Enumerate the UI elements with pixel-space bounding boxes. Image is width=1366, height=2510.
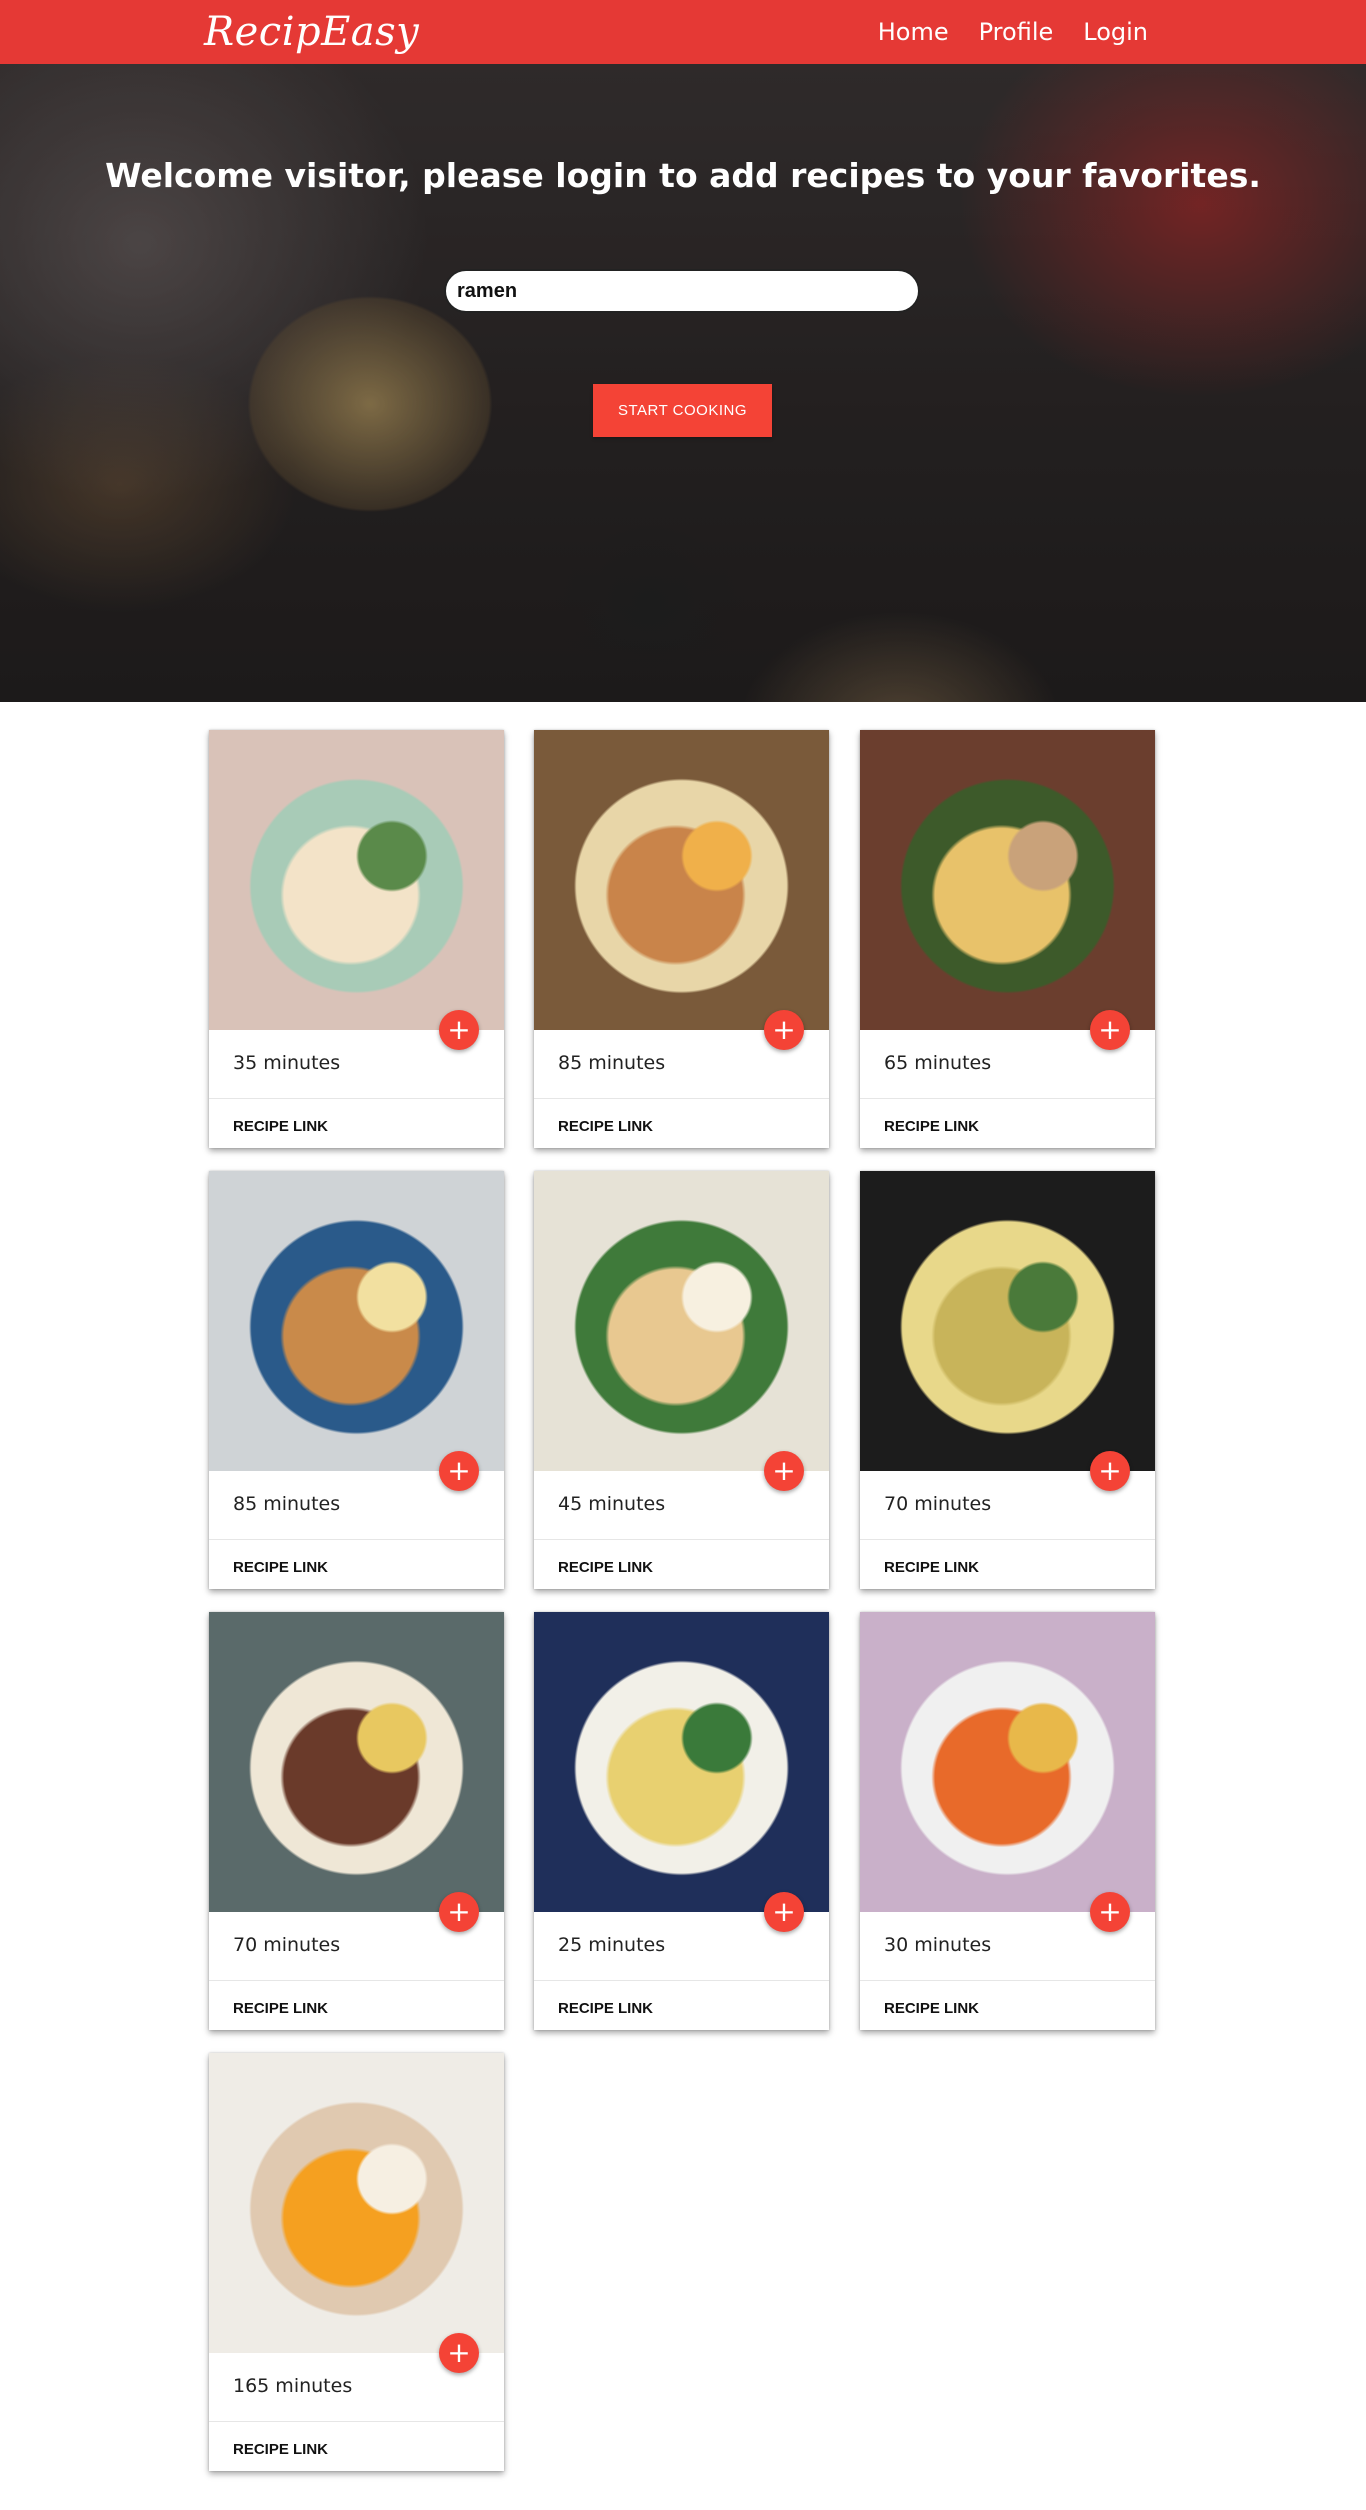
add-favorite-button[interactable]: + [764,1451,804,1491]
cook-time: 45 minutes [558,1493,666,1515]
recipe-card: +45 minutes RECIPE LINK [534,1171,829,1589]
recipe-image [209,1612,504,1912]
cook-time: 35 minutes [233,1052,341,1074]
recipe-link[interactable]: RECIPE LINK [558,1118,653,1135]
cook-time: 85 minutes [558,1052,666,1074]
add-favorite-button[interactable]: + [439,1451,479,1491]
recipe-image [534,730,829,1030]
cook-time: 70 minutes [233,1934,341,1956]
recipe-image [209,1171,504,1471]
card-divider [209,1098,504,1099]
add-favorite-button[interactable]: + [764,1010,804,1050]
card-divider [534,1539,829,1540]
recipe-link[interactable]: RECIPE LINK [884,1559,979,1576]
recipe-card: +35 minutes RECIPE LINK [209,730,504,1148]
card-divider [209,2421,504,2422]
recipe-image [860,730,1155,1030]
add-favorite-button[interactable]: + [439,1010,479,1050]
recipe-link[interactable]: RECIPE LINK [233,1118,328,1135]
recipe-image [209,2053,504,2353]
start-cooking-button[interactable]: START COOKING [593,384,772,437]
recipe-link[interactable]: RECIPE LINK [233,2000,328,2017]
cook-time: 165 minutes [233,2375,353,2397]
recipe-link[interactable]: RECIPE LINK [558,2000,653,2017]
add-favorite-button[interactable]: + [439,2333,479,2373]
cook-time: 65 minutes [884,1052,992,1074]
card-divider [209,1980,504,1981]
recipe-card: +70 minutes RECIPE LINK [209,1612,504,2030]
card-divider [209,1539,504,1540]
recipe-link[interactable]: RECIPE LINK [884,1118,979,1135]
nav-link-profile[interactable]: Profile [979,18,1054,46]
add-favorite-button[interactable]: + [764,1892,804,1932]
cook-time: 25 minutes [558,1934,666,1956]
recipe-card: +65 minutes RECIPE LINK [860,730,1155,1148]
nav-link-home[interactable]: Home [878,18,949,46]
recipe-card: +85 minutes RECIPE LINK [209,1171,504,1589]
recipe-link[interactable]: RECIPE LINK [884,2000,979,2017]
recipe-image [534,1171,829,1471]
recipe-link[interactable]: RECIPE LINK [233,1559,328,1576]
card-divider [534,1980,829,1981]
nav-links: Home Profile Login [848,0,1148,64]
add-favorite-button[interactable]: + [439,1892,479,1932]
recipe-card: +70 minutes RECIPE LINK [860,1171,1155,1589]
recipe-image [860,1612,1155,1912]
add-favorite-button[interactable]: + [1090,1451,1130,1491]
brand-logo[interactable]: RecipEasy [204,6,419,58]
nav-link-login[interactable]: Login [1083,18,1148,46]
recipe-card: +30 minutes RECIPE LINK [860,1612,1155,2030]
recipe-card: +165 minutes RECIPE LINK [209,2053,504,2471]
search-input[interactable] [444,269,920,313]
card-divider [860,1539,1155,1540]
card-divider [534,1098,829,1099]
recipe-card: +25 minutes RECIPE LINK [534,1612,829,2030]
cook-time: 85 minutes [233,1493,341,1515]
cook-time: 30 minutes [884,1934,992,1956]
recipe-card: +85 minutes RECIPE LINK [534,730,829,1148]
hero-title: Welcome visitor, please login to add rec… [105,156,1261,195]
recipe-link[interactable]: RECIPE LINK [233,2441,328,2458]
recipe-image [209,730,504,1030]
recipe-image [534,1612,829,1912]
recipe-link[interactable]: RECIPE LINK [558,1559,653,1576]
hero-banner: Welcome visitor, please login to add rec… [0,64,1366,702]
top-navbar: RecipEasy Home Profile Login [0,0,1366,64]
card-divider [860,1980,1155,1981]
add-favorite-button[interactable]: + [1090,1010,1130,1050]
add-favorite-button[interactable]: + [1090,1892,1130,1932]
card-divider [860,1098,1155,1099]
cook-time: 70 minutes [884,1493,992,1515]
recipe-image [860,1171,1155,1471]
